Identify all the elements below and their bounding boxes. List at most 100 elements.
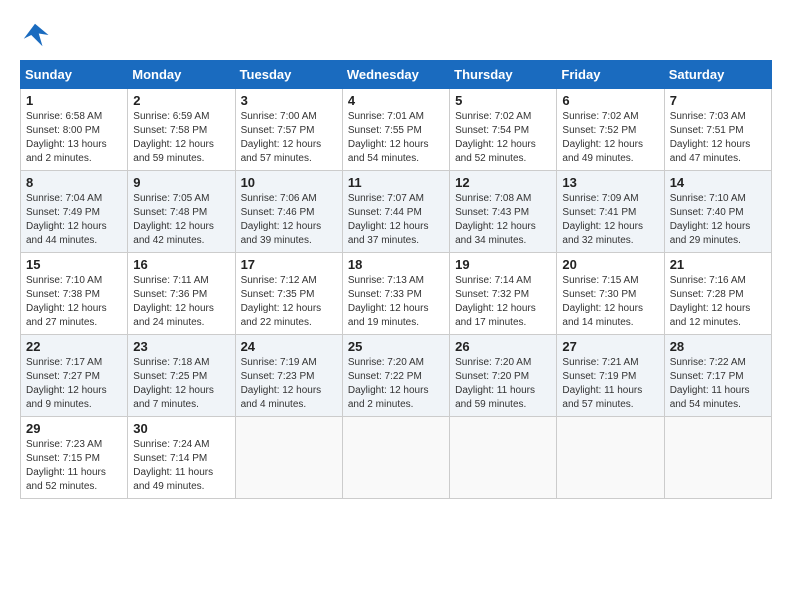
day-info: Sunrise: 7:24 AMSunset: 7:14 PMDaylight:… (133, 439, 213, 492)
calendar-cell: 6 Sunrise: 7:02 AMSunset: 7:52 PMDayligh… (557, 89, 664, 171)
weekday-header-wednesday: Wednesday (342, 61, 449, 89)
calendar-week-row: 1 Sunrise: 6:58 AMSunset: 8:00 PMDayligh… (21, 89, 772, 171)
weekday-header-friday: Friday (557, 61, 664, 89)
calendar-cell: 23 Sunrise: 7:18 AMSunset: 7:25 PMDaylig… (128, 335, 235, 417)
day-info: Sunrise: 7:03 AMSunset: 7:51 PMDaylight:… (670, 111, 751, 164)
calendar-cell: 30 Sunrise: 7:24 AMSunset: 7:14 PMDaylig… (128, 417, 235, 499)
calendar-cell: 28 Sunrise: 7:22 AMSunset: 7:17 PMDaylig… (664, 335, 771, 417)
day-info: Sunrise: 7:11 AMSunset: 7:36 PMDaylight:… (133, 275, 214, 328)
calendar-cell (342, 417, 449, 499)
day-info: Sunrise: 7:13 AMSunset: 7:33 PMDaylight:… (348, 275, 429, 328)
logo-icon (20, 20, 50, 50)
day-info: Sunrise: 7:19 AMSunset: 7:23 PMDaylight:… (241, 357, 322, 410)
day-number: 29 (26, 421, 122, 436)
day-info: Sunrise: 7:08 AMSunset: 7:43 PMDaylight:… (455, 193, 536, 246)
day-info: Sunrise: 7:04 AMSunset: 7:49 PMDaylight:… (26, 193, 107, 246)
day-number: 3 (241, 93, 337, 108)
day-info: Sunrise: 7:00 AMSunset: 7:57 PMDaylight:… (241, 111, 322, 164)
day-number: 7 (670, 93, 766, 108)
day-number: 18 (348, 257, 444, 272)
day-number: 19 (455, 257, 551, 272)
day-info: Sunrise: 7:01 AMSunset: 7:55 PMDaylight:… (348, 111, 429, 164)
calendar-week-row: 22 Sunrise: 7:17 AMSunset: 7:27 PMDaylig… (21, 335, 772, 417)
calendar-cell: 13 Sunrise: 7:09 AMSunset: 7:41 PMDaylig… (557, 171, 664, 253)
day-info: Sunrise: 7:22 AMSunset: 7:17 PMDaylight:… (670, 357, 750, 410)
day-number: 26 (455, 339, 551, 354)
calendar-cell: 2 Sunrise: 6:59 AMSunset: 7:58 PMDayligh… (128, 89, 235, 171)
day-number: 11 (348, 175, 444, 190)
calendar-week-row: 15 Sunrise: 7:10 AMSunset: 7:38 PMDaylig… (21, 253, 772, 335)
day-number: 1 (26, 93, 122, 108)
day-number: 22 (26, 339, 122, 354)
calendar-week-row: 8 Sunrise: 7:04 AMSunset: 7:49 PMDayligh… (21, 171, 772, 253)
calendar-cell: 20 Sunrise: 7:15 AMSunset: 7:30 PMDaylig… (557, 253, 664, 335)
calendar-cell: 27 Sunrise: 7:21 AMSunset: 7:19 PMDaylig… (557, 335, 664, 417)
day-number: 27 (562, 339, 658, 354)
calendar-cell: 1 Sunrise: 6:58 AMSunset: 8:00 PMDayligh… (21, 89, 128, 171)
calendar-cell: 7 Sunrise: 7:03 AMSunset: 7:51 PMDayligh… (664, 89, 771, 171)
calendar-cell: 5 Sunrise: 7:02 AMSunset: 7:54 PMDayligh… (450, 89, 557, 171)
day-number: 20 (562, 257, 658, 272)
day-number: 17 (241, 257, 337, 272)
calendar-cell: 25 Sunrise: 7:20 AMSunset: 7:22 PMDaylig… (342, 335, 449, 417)
calendar-table: SundayMondayTuesdayWednesdayThursdayFrid… (20, 60, 772, 499)
day-number: 12 (455, 175, 551, 190)
day-info: Sunrise: 7:23 AMSunset: 7:15 PMDaylight:… (26, 439, 106, 492)
day-number: 16 (133, 257, 229, 272)
day-info: Sunrise: 7:18 AMSunset: 7:25 PMDaylight:… (133, 357, 214, 410)
day-number: 24 (241, 339, 337, 354)
day-info: Sunrise: 7:06 AMSunset: 7:46 PMDaylight:… (241, 193, 322, 246)
day-number: 15 (26, 257, 122, 272)
day-number: 21 (670, 257, 766, 272)
calendar-cell: 17 Sunrise: 7:12 AMSunset: 7:35 PMDaylig… (235, 253, 342, 335)
day-info: Sunrise: 7:07 AMSunset: 7:44 PMDaylight:… (348, 193, 429, 246)
weekday-header-monday: Monday (128, 61, 235, 89)
day-number: 6 (562, 93, 658, 108)
day-number: 28 (670, 339, 766, 354)
weekday-header-tuesday: Tuesday (235, 61, 342, 89)
day-info: Sunrise: 7:15 AMSunset: 7:30 PMDaylight:… (562, 275, 643, 328)
day-info: Sunrise: 7:17 AMSunset: 7:27 PMDaylight:… (26, 357, 107, 410)
calendar-cell: 16 Sunrise: 7:11 AMSunset: 7:36 PMDaylig… (128, 253, 235, 335)
day-number: 5 (455, 93, 551, 108)
calendar-week-row: 29 Sunrise: 7:23 AMSunset: 7:15 PMDaylig… (21, 417, 772, 499)
day-number: 13 (562, 175, 658, 190)
day-info: Sunrise: 6:59 AMSunset: 7:58 PMDaylight:… (133, 111, 214, 164)
day-info: Sunrise: 7:10 AMSunset: 7:38 PMDaylight:… (26, 275, 107, 328)
day-info: Sunrise: 7:14 AMSunset: 7:32 PMDaylight:… (455, 275, 536, 328)
calendar-cell: 11 Sunrise: 7:07 AMSunset: 7:44 PMDaylig… (342, 171, 449, 253)
calendar-cell: 10 Sunrise: 7:06 AMSunset: 7:46 PMDaylig… (235, 171, 342, 253)
calendar-cell: 18 Sunrise: 7:13 AMSunset: 7:33 PMDaylig… (342, 253, 449, 335)
calendar-cell: 26 Sunrise: 7:20 AMSunset: 7:20 PMDaylig… (450, 335, 557, 417)
day-number: 10 (241, 175, 337, 190)
header (20, 20, 772, 50)
day-number: 2 (133, 93, 229, 108)
day-info: Sunrise: 7:10 AMSunset: 7:40 PMDaylight:… (670, 193, 751, 246)
day-info: Sunrise: 6:58 AMSunset: 8:00 PMDaylight:… (26, 111, 107, 164)
day-info: Sunrise: 7:20 AMSunset: 7:22 PMDaylight:… (348, 357, 429, 410)
calendar-cell: 21 Sunrise: 7:16 AMSunset: 7:28 PMDaylig… (664, 253, 771, 335)
calendar-cell: 29 Sunrise: 7:23 AMSunset: 7:15 PMDaylig… (21, 417, 128, 499)
day-number: 8 (26, 175, 122, 190)
calendar-cell (557, 417, 664, 499)
day-info: Sunrise: 7:02 AMSunset: 7:52 PMDaylight:… (562, 111, 643, 164)
day-info: Sunrise: 7:21 AMSunset: 7:19 PMDaylight:… (562, 357, 642, 410)
logo (20, 20, 54, 50)
day-info: Sunrise: 7:09 AMSunset: 7:41 PMDaylight:… (562, 193, 643, 246)
day-number: 25 (348, 339, 444, 354)
calendar-cell: 8 Sunrise: 7:04 AMSunset: 7:49 PMDayligh… (21, 171, 128, 253)
day-info: Sunrise: 7:20 AMSunset: 7:20 PMDaylight:… (455, 357, 535, 410)
calendar-header-row: SundayMondayTuesdayWednesdayThursdayFrid… (21, 61, 772, 89)
day-number: 14 (670, 175, 766, 190)
day-number: 23 (133, 339, 229, 354)
calendar-cell: 9 Sunrise: 7:05 AMSunset: 7:48 PMDayligh… (128, 171, 235, 253)
calendar-cell: 12 Sunrise: 7:08 AMSunset: 7:43 PMDaylig… (450, 171, 557, 253)
weekday-header-sunday: Sunday (21, 61, 128, 89)
calendar-cell: 4 Sunrise: 7:01 AMSunset: 7:55 PMDayligh… (342, 89, 449, 171)
calendar-cell: 14 Sunrise: 7:10 AMSunset: 7:40 PMDaylig… (664, 171, 771, 253)
day-info: Sunrise: 7:16 AMSunset: 7:28 PMDaylight:… (670, 275, 751, 328)
calendar-cell: 19 Sunrise: 7:14 AMSunset: 7:32 PMDaylig… (450, 253, 557, 335)
day-number: 4 (348, 93, 444, 108)
calendar-cell (664, 417, 771, 499)
calendar-cell: 15 Sunrise: 7:10 AMSunset: 7:38 PMDaylig… (21, 253, 128, 335)
